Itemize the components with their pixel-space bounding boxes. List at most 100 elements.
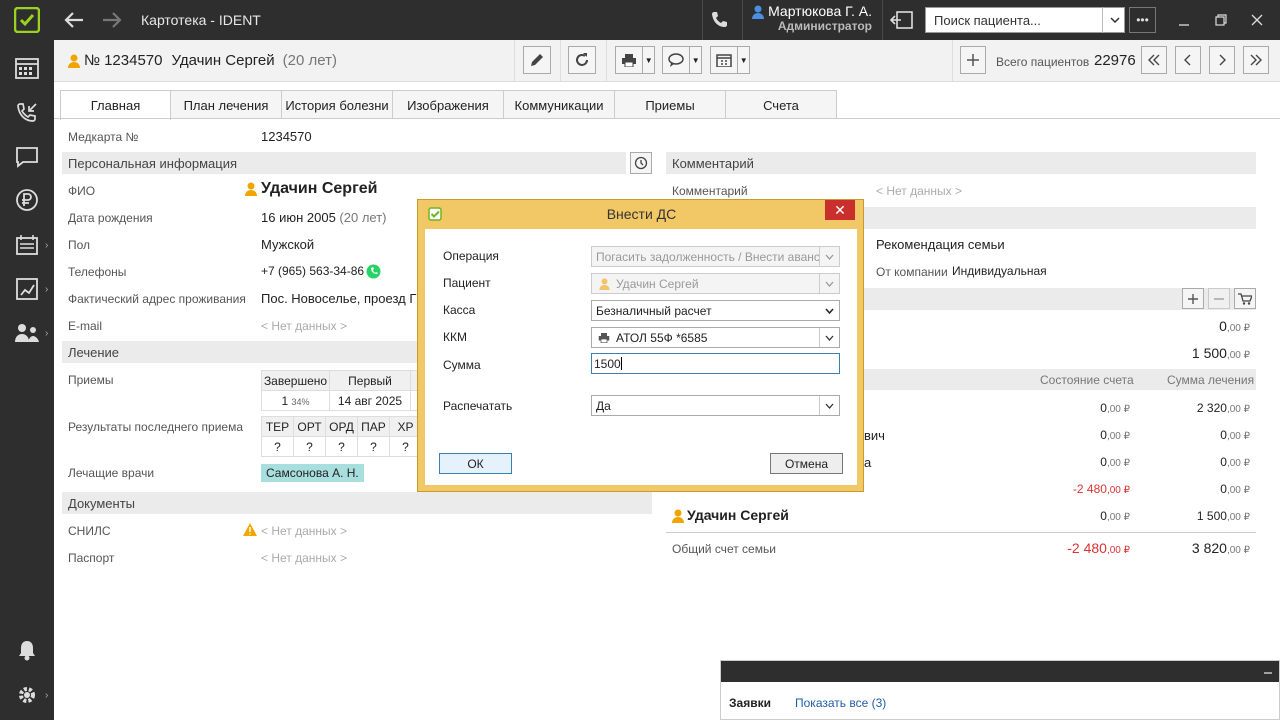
print-select[interactable]: Да (591, 395, 840, 416)
operation-select[interactable]: Погасить задолженность / Внести аванс (591, 246, 840, 267)
family-row-2-sum: 0,00 ₽ (1220, 428, 1250, 442)
col-account-state: Состояние счета (1040, 373, 1134, 387)
collapse-panel-icon[interactable] (1263, 665, 1273, 675)
visits-done-value: 1 34% (261, 390, 330, 411)
chevron-down-icon: ▼ (737, 47, 749, 73)
tab-images[interactable]: Изображения (392, 90, 504, 119)
phone-icon[interactable] (710, 10, 732, 30)
reports-chart-icon[interactable]: › (0, 269, 54, 309)
last-record-button[interactable] (1243, 46, 1269, 74)
personal-info-section: Персональная информация (62, 152, 626, 174)
family-row-3-name[interactable]: а (864, 455, 871, 470)
tab-treatment-plan[interactable]: План лечения (170, 90, 282, 119)
family-row-3-state: 0,00 ₽ (1100, 455, 1130, 469)
ruble-icon[interactable] (0, 180, 54, 220)
staff-icon[interactable]: › (0, 313, 54, 353)
back-arrow-icon[interactable] (63, 10, 85, 30)
tab-invoices[interactable]: Счета (725, 90, 837, 119)
kkm-label: ККМ (443, 330, 467, 344)
comment-label: Комментарий (672, 184, 748, 198)
chevron-down-icon (819, 396, 839, 415)
tab-communications[interactable]: Коммуникации (503, 90, 615, 119)
chevron-down-icon: ▼ (642, 47, 654, 73)
result-value: ? (261, 436, 294, 457)
results-table: ТЕР ОРТ ОРД ПАР ХР ? ? ? ? ? (261, 416, 422, 457)
kkm-select[interactable]: АТОЛ 55Ф *6585 (591, 327, 840, 348)
fio-label: ФИО (68, 184, 96, 198)
result-value: ? (293, 436, 326, 457)
tab-visits[interactable]: Приемы (614, 90, 726, 119)
app-logo-icon[interactable] (0, 0, 54, 40)
refresh-button[interactable] (568, 46, 596, 74)
cash-select[interactable]: Безналичный расчет (591, 300, 840, 321)
card-number: 1234570 (104, 52, 163, 69)
cart-icon (1238, 292, 1252, 305)
col-treatment-sum: Сумма лечения (1167, 373, 1255, 387)
printer-icon (598, 333, 610, 343)
email-value: < Нет данных > (261, 319, 348, 333)
doctor-chip[interactable]: Самсонова А. Н. (261, 464, 364, 482)
remove-family-member-button[interactable] (1208, 288, 1230, 309)
add-family-member-button[interactable] (1182, 288, 1204, 309)
family-row-4-sum: 0,00 ₽ (1220, 482, 1250, 496)
more-icon[interactable]: ••• (1129, 7, 1156, 33)
sum-label: Сумма (443, 358, 481, 372)
visits-header-done: Завершено (261, 370, 330, 391)
ok-button[interactable]: ОК (439, 453, 512, 474)
dialog-close-button[interactable]: ✕ (825, 200, 855, 220)
settings-gear-icon[interactable]: › (0, 675, 54, 715)
history-button[interactable] (630, 152, 652, 174)
whatsapp-icon[interactable] (366, 264, 381, 279)
user-block[interactable]: Мартюкова Г. А. Администратор (752, 3, 872, 33)
chat-icon[interactable] (0, 137, 54, 177)
first-record-button[interactable] (1141, 46, 1167, 74)
chevron-down-icon: ▼ (689, 47, 701, 73)
patient-age: (20 лет) (282, 52, 337, 69)
add-patient-button[interactable] (960, 46, 986, 74)
medcard-label: Медкарта № (68, 130, 139, 144)
search-dropdown-icon[interactable] (1102, 7, 1126, 33)
cart-button[interactable] (1234, 288, 1256, 309)
prev-record-button[interactable] (1175, 46, 1201, 74)
incoming-call-icon[interactable] (0, 93, 54, 133)
person-icon (672, 509, 684, 523)
patient-search-input[interactable]: Поиск пациента... (925, 7, 1125, 33)
patient-select[interactable]: Удачин Сергей (591, 273, 840, 294)
family-row-2-name[interactable]: вич (864, 428, 885, 443)
bell-icon[interactable] (0, 630, 54, 670)
calendar-icon (716, 54, 732, 67)
sum-input[interactable]: 1500 (591, 353, 840, 374)
minimize-icon[interactable] (1174, 10, 1194, 30)
pencil-icon (531, 54, 543, 66)
show-all-link[interactable]: Показать все (3) (795, 696, 886, 710)
forward-arrow-icon[interactable] (101, 10, 123, 30)
person-icon (68, 54, 80, 68)
next-record-button[interactable] (1209, 46, 1235, 74)
fio-value: Удачин Сергей (261, 180, 378, 197)
family-total-state: -2 480,00 ₽ (1067, 540, 1130, 556)
result-header: ОРТ (293, 416, 326, 437)
visits-label: Приемы (68, 373, 114, 387)
user-name: Мартюкова Г. А. (768, 3, 872, 19)
family-row-3-sum: 0,00 ₽ (1220, 455, 1250, 469)
tab-history[interactable]: История болезни (281, 90, 393, 119)
cancel-button[interactable]: Отмена (770, 453, 843, 474)
edit-button[interactable] (523, 46, 551, 74)
close-window-icon[interactable] (1247, 10, 1267, 30)
tab-main[interactable]: Главная (60, 90, 171, 120)
snils-value: < Нет данных > (261, 524, 348, 538)
family-row-5-state: 0,00 ₽ (1100, 509, 1130, 523)
calendar-button[interactable]: ▼ (710, 46, 750, 74)
phone-value[interactable]: +7 (965) 563-34-86 (261, 264, 364, 278)
calendar-grid-icon[interactable] (0, 48, 54, 88)
company-value: Индивидуальная (952, 264, 1047, 278)
visits-header-first: Первый (329, 370, 411, 391)
register-icon[interactable]: › (0, 225, 54, 265)
family-row-5-name[interactable]: Удачин Сергей (687, 507, 789, 523)
message-button[interactable]: ▼ (662, 46, 702, 74)
restore-icon[interactable] (1211, 10, 1231, 30)
print-button[interactable]: ▼ (615, 46, 655, 74)
schedule-icon[interactable] (890, 10, 914, 30)
title-bar: Картотека - IDENT Мартюкова Г. А. Админи… (0, 0, 1280, 40)
balance-value: 0,00 ₽ (1219, 318, 1250, 334)
